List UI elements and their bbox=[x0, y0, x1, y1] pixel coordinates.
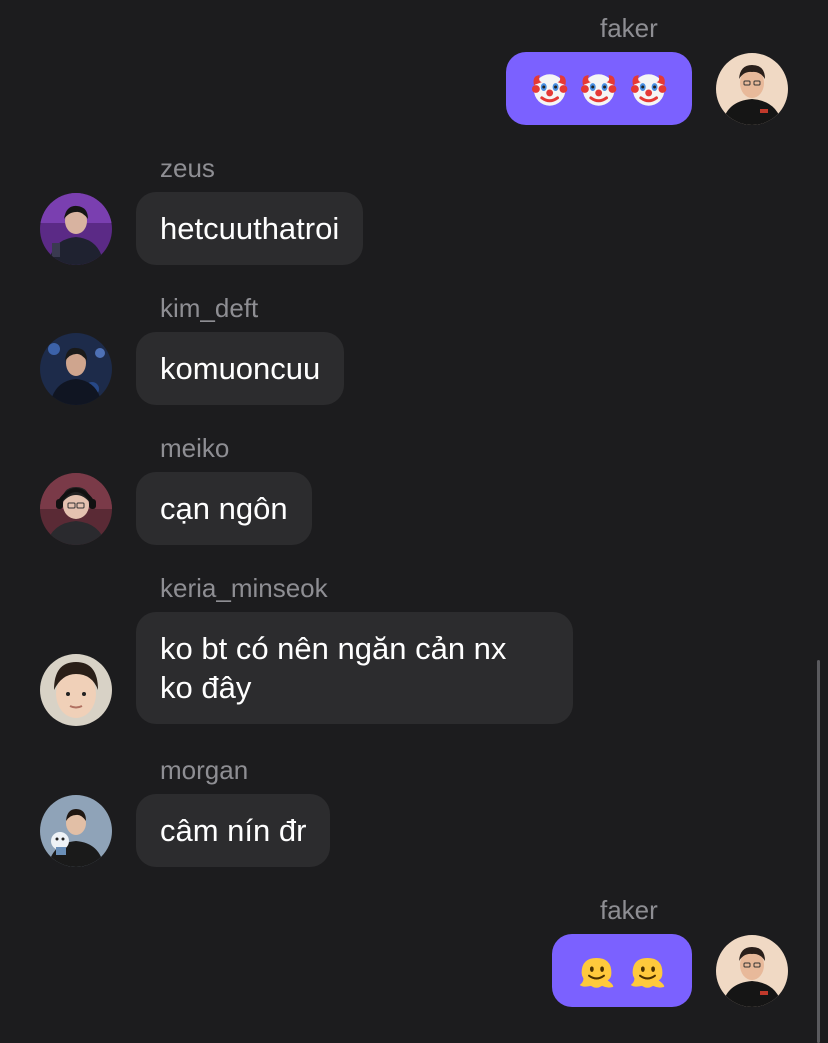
message-bubble-incoming[interactable]: cạn ngôn bbox=[136, 472, 312, 545]
sender-name-faker: faker bbox=[600, 895, 658, 925]
avatar-zeus[interactable] bbox=[40, 193, 112, 265]
avatar-keria-minseok[interactable] bbox=[40, 654, 112, 726]
clown-face-icon bbox=[581, 73, 617, 106]
melting-face-icon bbox=[630, 957, 665, 988]
message-bubble-incoming[interactable]: komuoncuu bbox=[136, 332, 345, 405]
melting-face-icon bbox=[579, 957, 614, 988]
sender-name-kim-deft: kim_deft bbox=[160, 293, 259, 323]
sender-name-zeus: zeus bbox=[160, 153, 215, 183]
avatar-morgan[interactable] bbox=[40, 795, 112, 867]
message-bubble-incoming[interactable]: câm nín đr bbox=[136, 794, 331, 867]
sender-name-faker: faker bbox=[600, 13, 658, 43]
sender-name-meiko: meiko bbox=[160, 433, 230, 463]
message-text-line: ko bt có nên ngăn cản nx bbox=[160, 631, 507, 666]
message-text-line: ko đây bbox=[160, 670, 252, 705]
clown-face-icon bbox=[630, 73, 667, 106]
avatar-faker[interactable] bbox=[716, 935, 788, 1007]
scrollbar[interactable] bbox=[817, 660, 820, 1043]
message-bubble-outgoing[interactable] bbox=[506, 52, 692, 125]
sender-name-keria-minseok: keria_minseok bbox=[160, 573, 328, 603]
clown-face-icon bbox=[531, 73, 568, 106]
message-bubble-outgoing[interactable] bbox=[552, 934, 692, 1007]
avatar-faker[interactable] bbox=[716, 53, 788, 125]
message-bubble-incoming[interactable]: ko bt có nên ngăn cản nx ko đây bbox=[136, 612, 573, 724]
avatar-kim-deft[interactable] bbox=[40, 333, 112, 405]
avatar-meiko[interactable] bbox=[40, 473, 112, 545]
message-bubble-incoming[interactable]: hetcuuthatroi bbox=[136, 192, 364, 265]
sender-name-morgan: morgan bbox=[160, 755, 249, 785]
